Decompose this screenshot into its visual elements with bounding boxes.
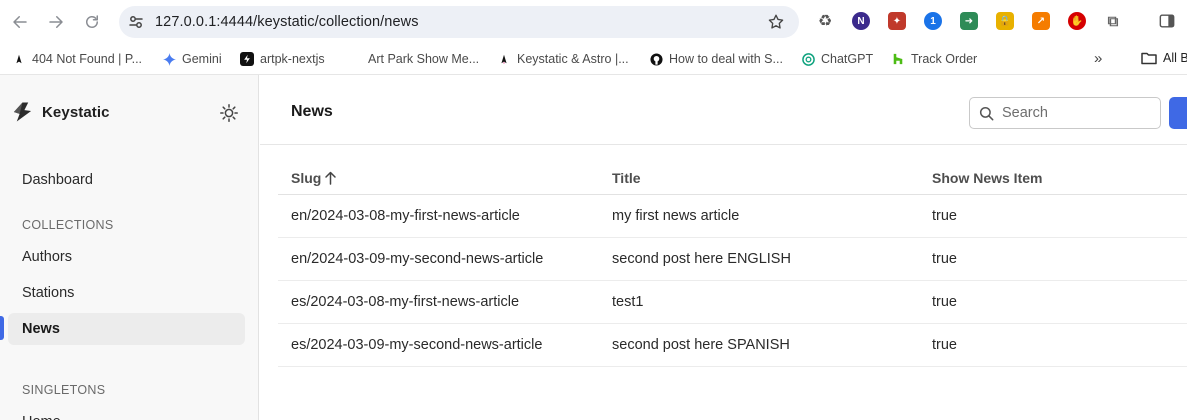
url-text[interactable]: 127.0.0.1:4444/keystatic/collection/news <box>155 14 419 30</box>
gemini-icon <box>162 52 176 66</box>
password-extension-icon[interactable]: 1 <box>924 12 942 30</box>
sidebar: Keystatic Dashboard COLLECTIONS Authors … <box>0 75 259 420</box>
cell-slug[interactable]: en/2024-03-09-my-second-news-article <box>291 251 543 267</box>
cell-title: my first news article <box>612 208 740 224</box>
n-extension-icon[interactable]: N <box>852 12 870 30</box>
main-content: News Slug Title Show News Item <box>260 75 1187 420</box>
forward-button[interactable] <box>44 10 68 34</box>
bookmark-label: How to deal with S... <box>669 52 783 66</box>
cell-slug[interactable]: es/2024-03-09-my-second-news-article <box>291 337 542 353</box>
add-entry-button[interactable] <box>1169 97 1187 129</box>
arrow-extension-icon[interactable]: ➜ <box>960 12 978 30</box>
column-header-label: Slug <box>291 170 322 186</box>
bookmark-star-icon[interactable] <box>767 13 785 31</box>
theme-toggle-sun-icon[interactable] <box>219 103 239 123</box>
cell-show-news-item: true <box>932 337 957 353</box>
reload-button[interactable] <box>80 10 104 34</box>
bookmark-label: Art Park Show Me... <box>368 52 480 66</box>
cell-title: second post here ENGLISH <box>612 251 791 267</box>
column-header-title[interactable]: Title <box>612 170 641 186</box>
game-extension-icon[interactable]: ✦ <box>888 12 906 30</box>
collections-heading: COLLECTIONS <box>22 218 114 232</box>
table-row[interactable]: es/2024-03-09-my-second-news-article sec… <box>278 324 1187 367</box>
keystatic-app: Keystatic Dashboard COLLECTIONS Authors … <box>0 74 1187 420</box>
cell-slug[interactable]: en/2024-03-08-my-first-news-article <box>291 208 520 224</box>
bookmark-item[interactable]: Art Park Show Me... <box>348 51 479 67</box>
chatgpt-icon <box>801 52 815 66</box>
column-header-slug[interactable]: Slug <box>291 170 337 186</box>
vercel-icon <box>240 52 254 66</box>
recycle-extension-icon[interactable]: ♻ <box>816 12 834 30</box>
address-bar[interactable]: 127.0.0.1:4444/keystatic/collection/news <box>119 6 799 38</box>
astro-icon <box>12 52 26 66</box>
folder-icon <box>1141 52 1157 65</box>
chart-extension-icon[interactable]: ↗ <box>1032 12 1050 30</box>
page-title: News <box>291 103 333 120</box>
sidebar-item-dashboard[interactable]: Dashboard <box>8 164 245 196</box>
bookmark-label: Track Order <box>911 52 978 66</box>
bookmark-item[interactable]: artpk-nextjs <box>240 51 325 67</box>
active-indicator <box>0 316 4 340</box>
cell-slug[interactable]: es/2024-03-08-my-first-news-article <box>291 294 519 310</box>
site-info-icon[interactable] <box>128 14 144 30</box>
bookmark-item[interactable]: Gemini <box>162 51 222 67</box>
search-icon <box>979 106 994 121</box>
brand-name: Keystatic <box>42 103 110 121</box>
side-panel-icon[interactable] <box>1158 12 1176 30</box>
bookmark-item[interactable]: ChatGPT <box>801 51 873 67</box>
cell-show-news-item: true <box>932 294 957 310</box>
bookmark-label: artpk-nextjs <box>260 52 325 66</box>
puzzle-extensions-icon[interactable]: ⧉ <box>1104 12 1122 30</box>
sidebar-item-home[interactable]: Home <box>8 406 245 420</box>
cell-show-news-item: true <box>932 208 957 224</box>
reload-icon <box>86 15 98 28</box>
adblock-extension-icon[interactable]: ✋ <box>1068 12 1086 30</box>
arrow-left-icon <box>13 16 27 28</box>
sidebar-item-authors[interactable]: Authors <box>8 241 245 273</box>
cell-show-news-item: true <box>932 251 957 267</box>
entries-table: Slug Title Show News Item en/2024-03-08-… <box>278 161 1187 367</box>
bookmark-label: 404 Not Found | P... <box>32 52 143 66</box>
search-field[interactable] <box>969 97 1161 129</box>
page-header: News <box>260 75 1187 145</box>
search-input[interactable] <box>1002 103 1152 123</box>
astro-icon <box>497 52 511 66</box>
browser-toolbar: 127.0.0.1:4444/keystatic/collection/news… <box>0 0 1187 44</box>
table-row[interactable]: en/2024-03-09-my-second-news-article sec… <box>278 238 1187 281</box>
bookmark-label: ChatGPT <box>821 52 874 66</box>
all-bookmarks-button[interactable]: All B <box>1141 51 1187 65</box>
bookmark-item[interactable]: How to deal with S... <box>649 51 783 67</box>
column-header-show-news-item[interactable]: Show News Item <box>932 170 1042 186</box>
cell-title: second post here SPANISH <box>612 337 790 353</box>
table-row[interactable]: en/2024-03-08-my-first-news-article my f… <box>278 195 1187 238</box>
bookmark-item[interactable]: Keystatic & Astro |... <box>497 51 629 67</box>
sort-ascending-arrow-icon <box>325 171 337 185</box>
arrow-right-icon <box>49 16 63 28</box>
blank-icon <box>348 52 362 66</box>
all-bookmarks-label: All B <box>1163 51 1187 65</box>
bookmark-label: Keystatic & Astro |... <box>517 52 629 66</box>
bookmark-item[interactable]: 404 Not Found | P... <box>12 51 142 67</box>
lock-extension-icon[interactable]: 🔒 <box>996 12 1014 30</box>
sidebar-item-news[interactable]: News <box>8 313 245 345</box>
singletons-heading: SINGLETONS <box>22 383 106 397</box>
cell-title: test1 <box>612 294 644 310</box>
bookmark-label: Gemini <box>182 52 222 66</box>
houzz-icon <box>891 52 905 66</box>
table-header: Slug Title Show News Item <box>278 161 1187 195</box>
table-row[interactable]: es/2024-03-08-my-first-news-article test… <box>278 281 1187 324</box>
brand[interactable]: Keystatic <box>12 101 110 123</box>
sidebar-item-stations[interactable]: Stations <box>8 277 245 309</box>
github-icon <box>649 52 663 66</box>
bookmark-item[interactable]: Track Order <box>891 51 977 67</box>
bookmarks-bar: 404 Not Found | P... Gemini artpk-nextjs… <box>0 44 1187 74</box>
back-button[interactable] <box>8 10 32 34</box>
more-bookmarks-button[interactable]: » <box>1094 50 1102 67</box>
keystatic-logo-icon <box>13 102 32 122</box>
